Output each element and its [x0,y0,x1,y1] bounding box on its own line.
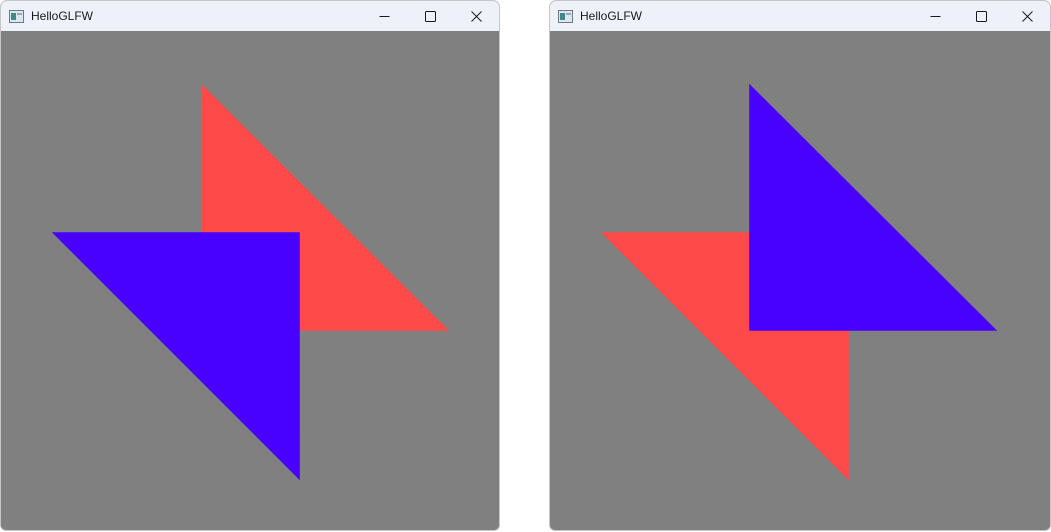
minimize-button[interactable] [361,1,407,31]
blue-triangle [51,232,300,481]
blue-triangle [749,83,998,331]
close-button[interactable] [453,1,499,31]
window-title: HelloGLFW [31,9,94,23]
maximize-button[interactable] [958,1,1004,31]
maximize-button[interactable] [407,1,453,31]
window-title: HelloGLFW [580,9,643,23]
glfw-window-right: HelloGLFW [549,0,1051,531]
glfw-window-left: HelloGLFW [0,0,500,531]
app-window-icon [558,9,573,23]
app-window-icon [9,9,24,23]
title-bar[interactable]: HelloGLFW [550,1,1050,31]
minimize-icon [379,15,389,17]
maximize-icon [975,10,987,22]
title-bar[interactable]: HelloGLFW [1,1,499,31]
window-controls [912,1,1050,31]
gl-viewport [600,83,998,481]
minimize-icon [930,15,940,17]
gl-viewport [51,83,450,481]
close-icon [1021,10,1033,22]
minimize-button[interactable] [912,1,958,31]
close-icon [470,10,482,22]
maximize-icon [424,10,436,22]
window-controls [361,1,499,31]
close-button[interactable] [1004,1,1050,31]
